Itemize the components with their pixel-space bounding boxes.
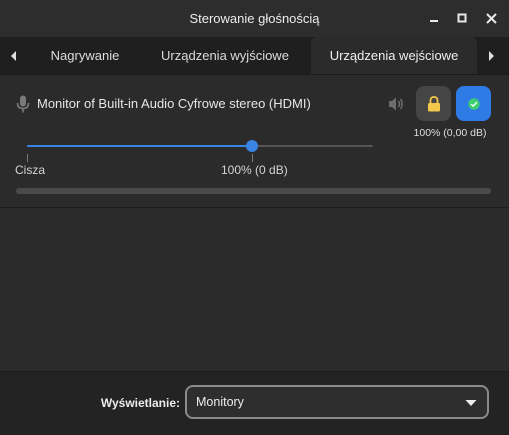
maximize-button[interactable]: [453, 9, 471, 27]
tab-label: Urządzenia wejściowe: [329, 48, 459, 63]
volume-readout: 100% (0,00 dB): [413, 127, 487, 139]
tab-bar: Nagrywanie Urządzenia wyjściowe Urządzen…: [0, 37, 509, 75]
slider-handle[interactable]: [245, 140, 258, 152]
tick-unity: [252, 154, 253, 162]
chevron-right-icon: [489, 50, 494, 61]
filter-value: Monitory: [196, 395, 244, 409]
filter-dropdown[interactable]: Monitory: [185, 385, 489, 419]
checkmark-icon: [467, 97, 480, 110]
close-icon: [485, 12, 497, 24]
lock-channels-button[interactable]: [416, 86, 451, 121]
close-button[interactable]: [482, 9, 500, 27]
tab-scroll-left-button[interactable]: [2, 37, 26, 74]
volume-control-window: Sterowanie głośnością Nagrywanie Urządze…: [0, 0, 509, 435]
mark-label-unity: 100% (0 dB): [221, 163, 288, 177]
filter-label: Wyświetlanie:: [100, 396, 180, 410]
mark-label-silence: Cisza: [15, 163, 46, 177]
tab-output-devices[interactable]: Urządzenia wyjściowe: [145, 37, 305, 74]
set-default-button[interactable]: [456, 86, 491, 121]
minimize-icon: [430, 20, 438, 22]
tab-recording[interactable]: Nagrywanie: [30, 37, 140, 74]
tab-scroll-right-button[interactable]: [479, 37, 503, 74]
maximize-icon: [457, 13, 467, 23]
volume-slider[interactable]: [27, 140, 373, 154]
tab-label: Urządzenia wyjściowe: [161, 48, 289, 63]
window-title: Sterowanie głośnością: [189, 11, 320, 26]
dropdown-arrow-icon: [465, 400, 477, 406]
divider: [0, 207, 509, 208]
mute-toggle[interactable]: [387, 95, 405, 113]
tab-input-devices[interactable]: Urządzenia wejściowe: [311, 37, 477, 74]
slider-fill: [27, 145, 252, 147]
title-bar: Sterowanie głośnością: [0, 0, 509, 37]
speaker-icon: [389, 97, 403, 111]
tab-label: Nagrywanie: [50, 48, 120, 63]
lock-icon: [427, 95, 440, 111]
device-name: Monitor of Built-in Audio Cyfrowe stereo…: [37, 96, 311, 111]
peak-meter: [16, 188, 491, 194]
microphone-icon: [16, 95, 30, 113]
tick-silence: [27, 154, 28, 162]
minimize-button[interactable]: [425, 9, 443, 27]
chevron-left-icon: [11, 50, 16, 61]
